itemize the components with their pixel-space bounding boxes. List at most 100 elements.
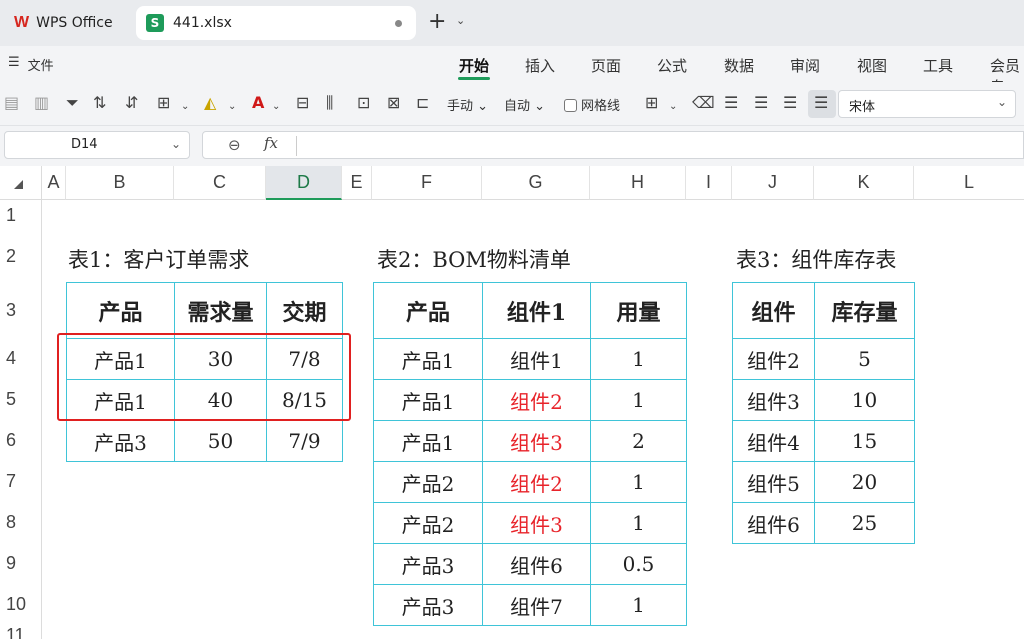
new-tab-button[interactable]: + <box>428 10 446 34</box>
table2-cell[interactable]: 组件2 <box>482 461 591 503</box>
auto-mode-label[interactable]: 自动 ⌄ <box>504 95 545 114</box>
table3-cell[interactable]: 10 <box>814 379 915 421</box>
table2-cell[interactable]: 产品1 <box>373 379 483 421</box>
function-icon[interactable]: fx <box>264 134 278 152</box>
paste-icon[interactable]: ▤ <box>4 94 19 112</box>
table3-cell[interactable]: 组件5 <box>732 461 815 503</box>
table3-cell[interactable]: 20 <box>814 461 915 503</box>
column-header-a[interactable]: A <box>42 166 66 200</box>
table1-header-cell[interactable]: 产品 <box>66 282 175 339</box>
freeze-icon[interactable]: ⊏ <box>416 94 429 112</box>
table2-cell[interactable]: 组件6 <box>482 543 591 585</box>
table3-cell[interactable]: 组件4 <box>732 420 815 462</box>
align-right-icon[interactable]: ☰ <box>783 94 797 112</box>
table1-cell[interactable]: 50 <box>174 420 267 462</box>
row-header-3[interactable]: 3 <box>0 282 42 338</box>
align-left-icon[interactable]: ☰ <box>724 94 738 112</box>
column-header-g[interactable]: G <box>482 166 590 200</box>
table1-header-cell[interactable]: 交期 <box>266 282 343 339</box>
select-all-corner[interactable] <box>0 166 42 200</box>
table2-cell[interactable]: 产品2 <box>373 461 483 503</box>
column-header-d[interactable]: D <box>266 166 342 200</box>
column-header-h[interactable]: H <box>590 166 686 200</box>
delete-cell-icon[interactable]: ⊠ <box>387 94 400 112</box>
merge-icon[interactable]: ⊟ <box>296 94 309 112</box>
column-header-e[interactable]: E <box>342 166 372 200</box>
font-color-dropdown-icon[interactable]: ⌄ <box>272 98 280 116</box>
gridlines-toggle[interactable]: 网格线 <box>564 95 620 114</box>
column-header-i[interactable]: I <box>686 166 732 200</box>
wrap-mode-label[interactable]: 手动 ⌄ <box>447 95 488 114</box>
format-painter-icon[interactable]: ▥ <box>34 94 49 112</box>
table2-cell[interactable]: 1 <box>590 584 687 626</box>
table2-cell[interactable]: 0.5 <box>590 543 687 585</box>
tab-data[interactable]: 数据 <box>724 55 754 76</box>
tab-formula[interactable]: 公式 <box>657 55 687 76</box>
row-header-4[interactable]: 4 <box>0 338 42 379</box>
row-header-9[interactable]: 9 <box>0 543 42 584</box>
column-width-icon[interactable]: ⫼ <box>326 94 333 112</box>
tab-page[interactable]: 页面 <box>591 55 621 76</box>
unsaved-dot-icon[interactable] <box>395 20 402 27</box>
row-header-2[interactable]: 2 <box>0 230 42 282</box>
column-header-f[interactable]: F <box>372 166 482 200</box>
table-style-dropdown-icon[interactable]: ⌄ <box>669 98 677 116</box>
table1-header-cell[interactable]: 需求量 <box>174 282 267 339</box>
table3-cell[interactable]: 组件3 <box>732 379 815 421</box>
column-header-b[interactable]: B <box>66 166 174 200</box>
table2-cell[interactable]: 产品3 <box>373 584 483 626</box>
table2-cell[interactable]: 组件1 <box>482 338 591 380</box>
table2-cell[interactable]: 产品1 <box>373 420 483 462</box>
borders-dropdown-icon[interactable]: ⌄ <box>181 98 189 116</box>
table2-cell[interactable]: 组件3 <box>482 502 591 544</box>
table2-header-cell[interactable]: 产品 <box>373 282 483 339</box>
table3-cell[interactable]: 5 <box>814 338 915 380</box>
table3-cell[interactable]: 25 <box>814 502 915 544</box>
tab-home[interactable]: 开始 <box>459 55 489 76</box>
borders-icon[interactable]: ⊞ <box>157 94 170 112</box>
row-header-11[interactable]: 11 <box>0 625 42 639</box>
font-color-icon[interactable]: A <box>252 94 264 112</box>
fill-dropdown-icon[interactable]: ⌄ <box>228 98 236 116</box>
align-center-icon[interactable]: ☰ <box>754 94 768 112</box>
fill-color-icon[interactable]: ◭ <box>204 94 216 112</box>
filter-icon[interactable]: ⏷ <box>66 94 79 112</box>
row-header-5[interactable]: 5 <box>0 379 42 420</box>
column-header-c[interactable]: C <box>174 166 266 200</box>
file-menu[interactable]: ☰ 文件 <box>8 55 54 74</box>
zoom-out-icon[interactable]: ⊖ <box>228 136 241 154</box>
sort-ascending-icon[interactable]: ⇅ <box>93 94 106 112</box>
name-box[interactable]: D14 ⌄ <box>4 131 190 159</box>
align-justify-icon[interactable]: ☰ <box>814 94 828 112</box>
table2-cell[interactable]: 组件7 <box>482 584 591 626</box>
tab-view[interactable]: 视图 <box>857 55 887 76</box>
table2-cell[interactable]: 1 <box>590 502 687 544</box>
column-header-j[interactable]: J <box>732 166 814 200</box>
gridlines-checkbox[interactable] <box>564 99 577 112</box>
table2-cell[interactable]: 产品2 <box>373 502 483 544</box>
table2-header-cell[interactable]: 组件1 <box>482 282 591 339</box>
table2-cell[interactable]: 产品3 <box>373 543 483 585</box>
table3-cell[interactable]: 组件2 <box>732 338 815 380</box>
table2-cell[interactable]: 产品1 <box>373 338 483 380</box>
clear-format-icon[interactable]: ⌫ <box>692 94 715 112</box>
table1-cell[interactable]: 产品3 <box>66 420 175 462</box>
table2-cell[interactable]: 1 <box>590 338 687 380</box>
table3-header-cell[interactable]: 库存量 <box>814 282 915 339</box>
table3-header-cell[interactable]: 组件 <box>732 282 815 339</box>
table2-cell[interactable]: 组件3 <box>482 420 591 462</box>
row-header-6[interactable]: 6 <box>0 420 42 461</box>
table2-cell[interactable]: 1 <box>590 379 687 421</box>
tab-tools[interactable]: 工具 <box>923 55 953 76</box>
table2-cell[interactable]: 2 <box>590 420 687 462</box>
row-header-1[interactable]: 1 <box>0 200 42 230</box>
font-select[interactable]: 宋体 ⌄ <box>838 90 1016 118</box>
table1-cell[interactable]: 7/9 <box>266 420 343 462</box>
row-header-8[interactable]: 8 <box>0 502 42 543</box>
tab-review[interactable]: 审阅 <box>790 55 820 76</box>
row-header-7[interactable]: 7 <box>0 461 42 502</box>
column-header-k[interactable]: K <box>814 166 914 200</box>
table2-header-cell[interactable]: 用量 <box>590 282 687 339</box>
new-tab-menu-icon[interactable]: ⌄ <box>456 14 465 27</box>
table2-cell[interactable]: 1 <box>590 461 687 503</box>
